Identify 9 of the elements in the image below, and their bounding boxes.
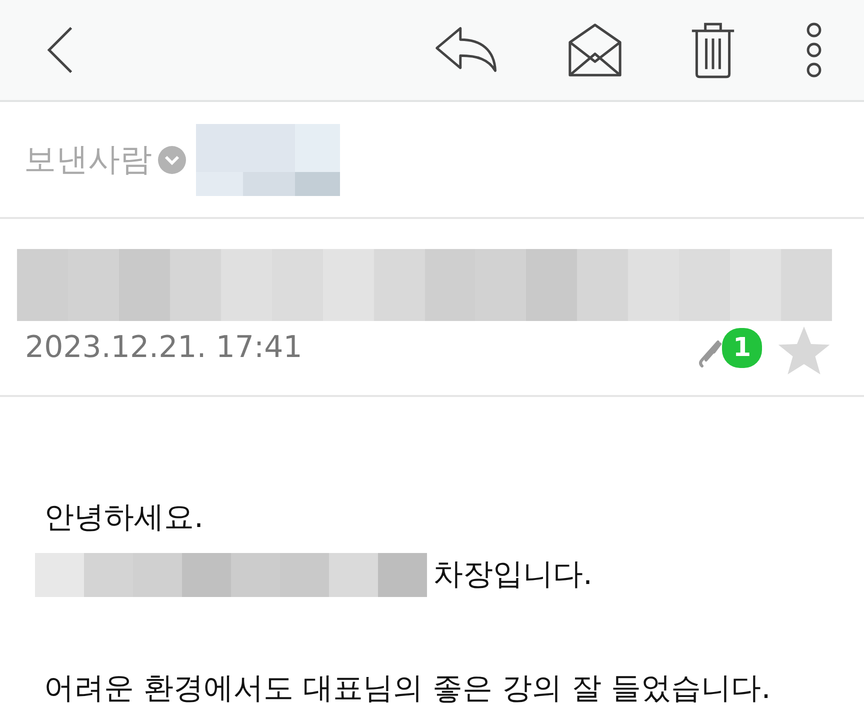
attachment-count: 1	[722, 328, 762, 368]
delete-icon[interactable]	[690, 21, 736, 79]
sender-label: 보낸사람	[24, 138, 152, 180]
body-text: 차장입니다.	[433, 556, 593, 594]
body-text: 안녕하세요.	[44, 499, 204, 537]
date-text: 2023.12.21. 17:41	[25, 330, 302, 364]
body-text: 어려운 환경에서도 대표님의 좋은 강의 잘 들었습니다.	[44, 670, 771, 708]
envelope-icon[interactable]	[568, 23, 622, 77]
more-icon[interactable]	[804, 22, 824, 78]
